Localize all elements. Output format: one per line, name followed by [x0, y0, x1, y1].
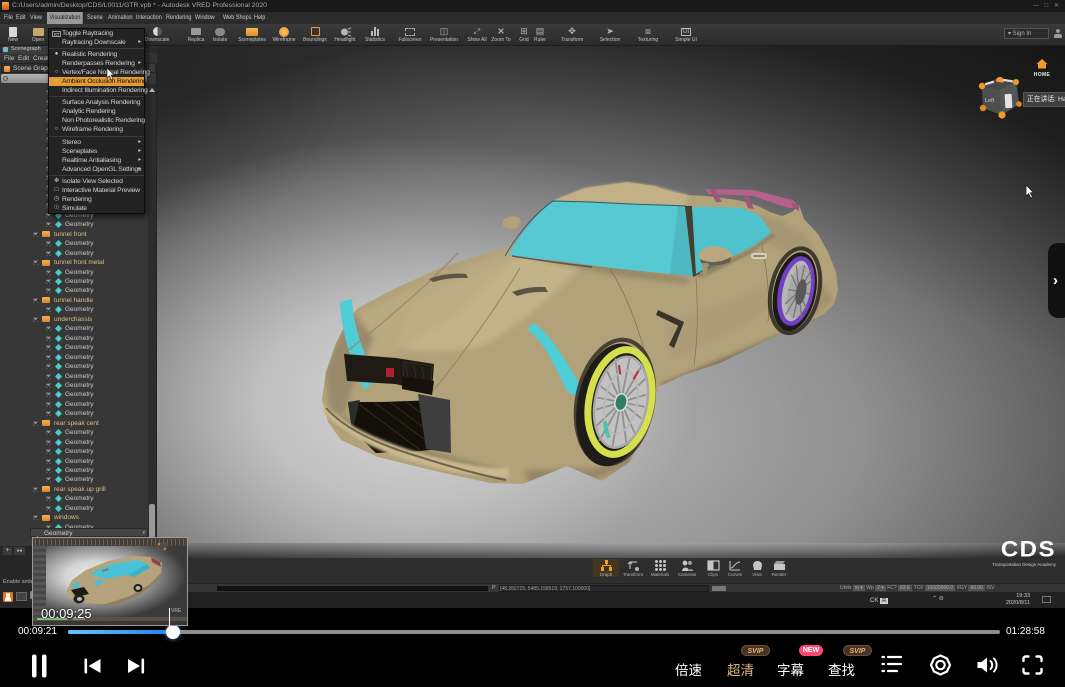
svg-text:Left: Left [985, 98, 995, 104]
